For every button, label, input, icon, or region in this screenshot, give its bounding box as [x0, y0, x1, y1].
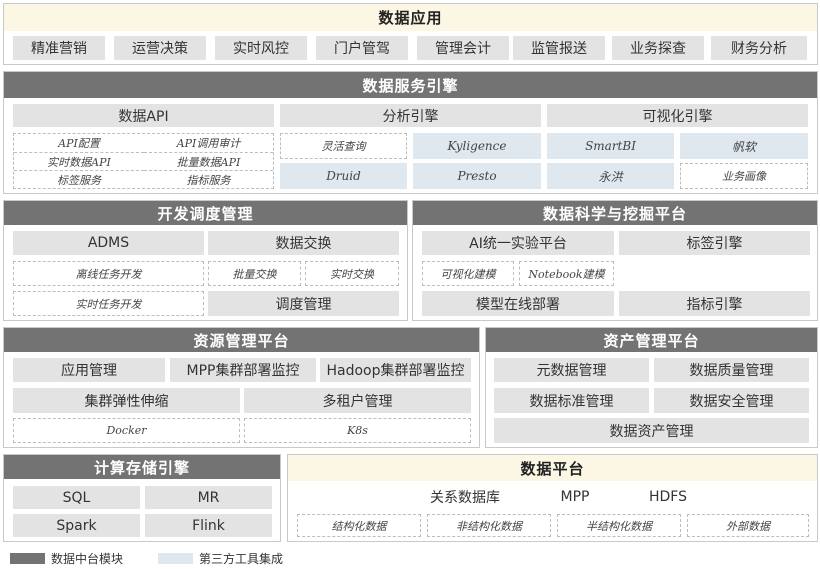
business-portrait[interactable]: 业务画像: [680, 163, 808, 189]
data-service-engine-title: 数据服务引擎: [4, 72, 817, 98]
data-api-items: API配置 API调用审计 实时数据API 批量数据API 标签服务 指标服务: [13, 133, 274, 189]
resource-management-title: 资源管理平台: [4, 328, 479, 352]
smartbi-tool[interactable]: SmartBI: [547, 133, 674, 159]
asset-management-section: 资产管理平台 元数据管理 数据质量管理 数据标准管理 数据安全管理 数据资产管理: [485, 327, 818, 448]
api-config[interactable]: API配置: [14, 134, 144, 152]
adms-box[interactable]: ADMS: [13, 231, 204, 255]
visual-modeling[interactable]: 可视化建模: [422, 261, 514, 286]
kyligence-tool[interactable]: Kyligence: [413, 133, 541, 159]
dev-scheduling-section: 开发调度管理 ADMS 数据交换 离线任务开发 批量交换 实时交换 实时任务开发…: [3, 200, 408, 321]
compute-storage-section: 计算存储引擎 SQL MR Spark Flink: [3, 454, 281, 542]
legend-third-party-label: 第三方工具集成: [199, 552, 284, 566]
app-item-precision-marketing[interactable]: 精准营销: [13, 36, 105, 60]
data-platform-section: 数据平台 关系数据库 MPP HDFS 结构化数据 非结构化数据 半结构化数据 …: [287, 454, 818, 542]
data-application-title: 数据应用: [4, 4, 817, 31]
notebook-modeling[interactable]: Notebook建模: [519, 261, 614, 286]
data-api-group[interactable]: 数据API: [13, 104, 274, 127]
metric-engine-box[interactable]: 指标引擎: [619, 291, 810, 316]
tag-engine-box[interactable]: 标签引擎: [619, 231, 810, 255]
app-management-box[interactable]: 应用管理: [13, 358, 165, 382]
yonghong-tool[interactable]: 永洪: [547, 163, 674, 189]
multi-tenant-management-box[interactable]: 多租户管理: [244, 388, 471, 413]
legend-third-party-swatch: [158, 553, 193, 564]
batch-exchange[interactable]: 批量交换: [208, 261, 301, 286]
realtime-exchange[interactable]: 实时交换: [305, 261, 399, 286]
analysis-engine-group[interactable]: 分析引擎: [280, 104, 541, 127]
legend-module-swatch: [10, 553, 45, 564]
relational-db-label: 关系数据库: [430, 490, 500, 506]
app-item-management-accounting[interactable]: 管理会计: [417, 36, 509, 60]
app-item-portal-cockpit[interactable]: 门户管驾: [316, 36, 408, 60]
model-online-deploy-box[interactable]: 模型在线部署: [422, 291, 614, 316]
legend-module-label: 数据中台模块: [51, 552, 124, 566]
druid-tool[interactable]: Druid: [280, 163, 407, 189]
structured-data[interactable]: 结构化数据: [297, 514, 421, 537]
app-item-financial-analysis[interactable]: 财务分析: [711, 36, 807, 60]
tag-service[interactable]: 标签服务: [14, 170, 144, 188]
data-application-section: 数据应用 精准营销 运营决策 实时风控 门户管驾 管理会计 监管报送 业务探查 …: [3, 3, 818, 65]
app-item-operation-decision[interactable]: 运营决策: [114, 36, 206, 60]
flink-engine-box[interactable]: Flink: [145, 514, 272, 537]
app-item-business-exploration[interactable]: 业务探查: [612, 36, 704, 60]
data-exchange-box[interactable]: 数据交换: [208, 231, 399, 255]
cluster-elastic-scaling-box[interactable]: 集群弹性伸缩: [13, 388, 240, 413]
spark-engine-box[interactable]: Spark: [13, 514, 140, 537]
api-call-audit[interactable]: API调用审计: [144, 134, 273, 152]
data-platform-title: 数据平台: [288, 455, 817, 481]
metric-service[interactable]: 指标服务: [144, 170, 273, 188]
realtime-task-dev[interactable]: 实时任务开发: [13, 291, 204, 316]
realtime-data-api[interactable]: 实时数据API: [14, 152, 144, 170]
data-science-section: 数据科学与挖掘平台 AI统一实验平台 标签引擎 可视化建模 Notebook建模…: [412, 200, 818, 321]
docker-box[interactable]: Docker: [13, 418, 240, 443]
resource-management-section: 资源管理平台 应用管理 MPP集群部署监控 Hadoop集群部署监控 集群弹性伸…: [3, 327, 480, 448]
scheduling-management-box[interactable]: 调度管理: [208, 291, 399, 316]
semi-structured-data[interactable]: 半结构化数据: [557, 514, 681, 537]
asset-management-title: 资产管理平台: [486, 328, 817, 352]
app-item-regulatory-reporting[interactable]: 监管报送: [513, 36, 605, 60]
compute-storage-title: 计算存储引擎: [4, 455, 280, 479]
data-service-engine-section: 数据服务引擎 数据API 分析引擎 可视化引擎 API配置 API调用审计 实时…: [3, 71, 818, 194]
hdfs-label: HDFS: [648, 489, 687, 505]
hadoop-cluster-monitor-box[interactable]: Hadoop集群部署监控: [320, 358, 471, 382]
data-security-management-box[interactable]: 数据安全管理: [654, 388, 809, 413]
app-item-realtime-risk[interactable]: 实时风控: [215, 36, 307, 60]
flexible-query[interactable]: 灵活查询: [280, 133, 407, 159]
presto-tool[interactable]: Presto: [413, 163, 541, 189]
metadata-management-box[interactable]: 元数据管理: [494, 358, 649, 382]
sql-engine-box[interactable]: SQL: [13, 486, 140, 509]
data-science-title: 数据科学与挖掘平台: [413, 201, 817, 225]
external-data[interactable]: 外部数据: [687, 514, 809, 537]
fanruan-tool[interactable]: 帆软: [680, 133, 808, 159]
dev-scheduling-title: 开发调度管理: [4, 201, 407, 225]
unstructured-data[interactable]: 非结构化数据: [427, 514, 551, 537]
offline-task-dev[interactable]: 离线任务开发: [13, 261, 204, 286]
k8s-box[interactable]: K8s: [244, 418, 471, 443]
data-asset-management-box[interactable]: 数据资产管理: [494, 418, 809, 443]
mpp-label: MPP: [560, 489, 590, 505]
data-standard-management-box[interactable]: 数据标准管理: [494, 388, 649, 413]
mr-engine-box[interactable]: MR: [145, 486, 272, 509]
batch-data-api[interactable]: 批量数据API: [144, 152, 273, 170]
data-quality-management-box[interactable]: 数据质量管理: [654, 358, 809, 382]
visualization-engine-group[interactable]: 可视化引擎: [547, 104, 808, 127]
mpp-cluster-monitor-box[interactable]: MPP集群部署监控: [170, 358, 316, 382]
ai-lab-box[interactable]: AI统一实验平台: [422, 231, 614, 255]
